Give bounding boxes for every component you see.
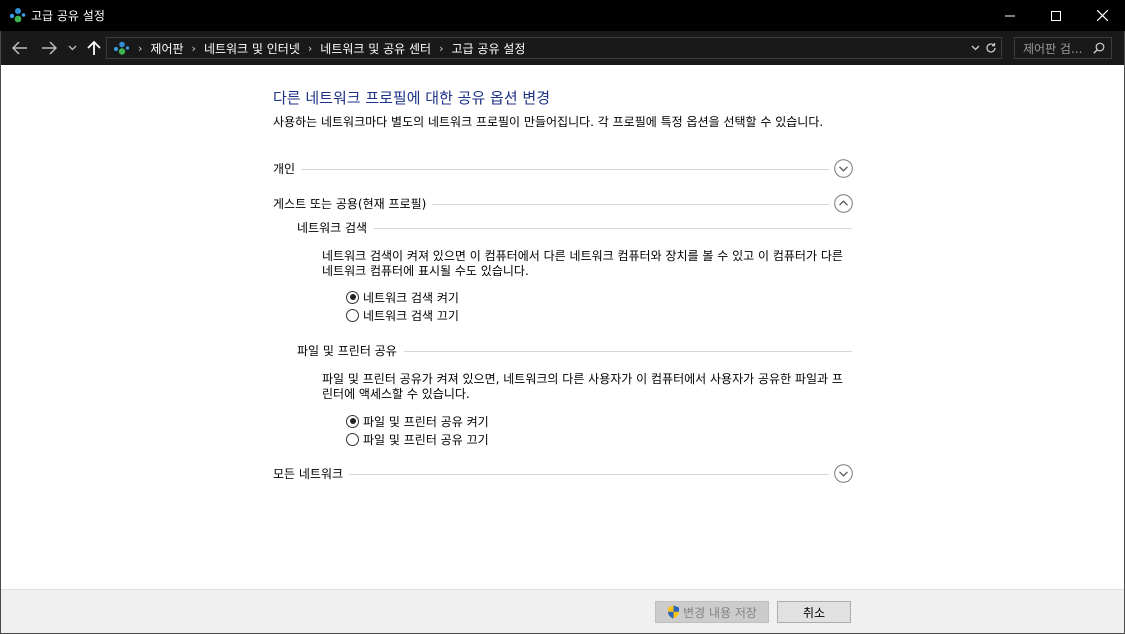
refresh-icon [986, 43, 996, 53]
expand-chevron-icon[interactable] [834, 159, 853, 178]
breadcrumb-network-sharing-center[interactable]: 네트워크 및 공유 센터 [320, 40, 431, 57]
section-all-networks[interactable]: 모든 네트워크 [273, 463, 853, 485]
radio-file-printer-sharing-on[interactable]: 파일 및 프린터 공유 켜기 [346, 413, 489, 429]
section-guest-public-label[interactable]: 게스트 또는 공용(현재 프로필) [273, 195, 433, 212]
close-button[interactable] [1079, 0, 1125, 31]
chevron-right-icon[interactable]: › [439, 42, 443, 55]
search-icon [1093, 42, 1105, 54]
radio-file-printer-sharing-off[interactable]: 파일 및 프린터 공유 끄기 [346, 431, 489, 447]
up-button[interactable] [84, 39, 104, 57]
breadcrumb-network-internet[interactable]: 네트워크 및 인터넷 [204, 40, 300, 57]
file-printer-sharing-heading: 파일 및 프린터 공유 [297, 342, 404, 359]
radio-button-checked[interactable] [346, 290, 359, 304]
uac-shield-icon [668, 605, 680, 619]
page-description: 사용하는 네트워크마다 별도의 네트워크 프로필이 만들어집니다. 각 프로필에… [273, 115, 824, 129]
breadcrumb-advanced-sharing[interactable]: 고급 공유 설정 [452, 40, 526, 57]
section-guest-public[interactable]: 게스트 또는 공용(현재 프로필) [273, 193, 853, 215]
advanced-sharing-settings-window: 고급 공유 설정 › 제어판 › 네트워크 및 인터넷 › 네트워크 및 공유 … [0, 0, 1125, 634]
radio-network-discovery-off[interactable]: 네트워크 검색 끄기 [346, 307, 459, 323]
search-input[interactable]: 제어판 검... [1014, 37, 1112, 59]
radio-network-discovery-on[interactable]: 네트워크 검색 켜기 [346, 289, 459, 305]
subsection-file-printer-sharing: 파일 및 프린터 공유 [297, 342, 852, 360]
back-button[interactable] [10, 39, 30, 57]
recent-locations-button[interactable] [66, 39, 78, 57]
forward-button[interactable] [39, 39, 59, 57]
footer-bar: 변경 내용 저장 취소 [0, 589, 1125, 634]
search-placeholder: 제어판 검... [1023, 41, 1083, 56]
section-private-label[interactable]: 개인 [273, 160, 302, 177]
save-changes-button[interactable]: 변경 내용 저장 [655, 601, 769, 623]
network-sharing-icon [9, 8, 26, 23]
address-bar[interactable]: › 제어판 › 네트워크 및 인터넷 › 네트워크 및 공유 센터 › 고급 공… [106, 37, 1002, 59]
radio-button-checked[interactable] [346, 414, 359, 428]
cancel-button[interactable]: 취소 [777, 601, 851, 623]
window-title: 고급 공유 설정 [31, 9, 105, 23]
title-bar: 고급 공유 설정 [0, 0, 1125, 31]
chevron-right-icon: › [138, 41, 143, 55]
expand-chevron-icon[interactable] [834, 464, 853, 483]
minimize-button[interactable] [987, 0, 1033, 31]
network-sharing-icon [114, 41, 130, 55]
maximize-icon [1051, 10, 1061, 21]
divider [273, 474, 829, 475]
arrow-up-icon [87, 40, 101, 55]
subsection-network-discovery: 네트워크 검색 [297, 219, 852, 237]
radio-button[interactable] [346, 432, 359, 446]
radio-label[interactable]: 파일 및 프린터 공유 켜기 [363, 413, 489, 430]
chevron-down-icon [68, 45, 76, 51]
breadcrumb-control-panel[interactable]: 제어판 [150, 40, 183, 57]
content-pane: 다른 네트워크 프로필에 대한 공유 옵션 변경 사용하는 네트워크마다 별도의… [0, 65, 1125, 589]
arrow-right-icon [42, 41, 57, 55]
refresh-button[interactable] [984, 41, 998, 55]
chevron-right-icon[interactable]: › [192, 42, 196, 55]
page-title: 다른 네트워크 프로필에 대한 공유 옵션 변경 [273, 89, 551, 107]
radio-button[interactable] [346, 308, 359, 322]
arrow-left-icon [12, 41, 27, 55]
chevron-right-icon[interactable]: › [308, 42, 312, 55]
radio-label[interactable]: 네트워크 검색 켜기 [363, 289, 459, 306]
radio-label[interactable]: 파일 및 프린터 공유 끄기 [363, 431, 489, 448]
close-icon [1096, 10, 1108, 21]
divider [273, 169, 829, 170]
network-discovery-description: 네트워크 검색이 켜져 있으면 이 컴퓨터에서 다른 네트워크 컴퓨터와 장치를… [322, 249, 843, 278]
address-dropdown-button[interactable] [969, 41, 981, 55]
radio-label[interactable]: 네트워크 검색 끄기 [363, 307, 459, 324]
chevron-down-icon [971, 45, 979, 51]
section-private[interactable]: 개인 [273, 158, 853, 180]
file-printer-sharing-description: 파일 및 프린터 공유가 켜져 있으면, 네트워크의 다른 사용자가 이 컴퓨터… [322, 372, 843, 401]
maximize-button[interactable] [1033, 0, 1079, 31]
divider [297, 228, 852, 229]
network-discovery-heading: 네트워크 검색 [297, 219, 375, 236]
navigation-bar: › 제어판 › 네트워크 및 인터넷 › 네트워크 및 공유 센터 › 고급 공… [0, 31, 1125, 65]
minimize-icon [1005, 15, 1015, 16]
section-all-networks-label[interactable]: 모든 네트워크 [273, 465, 350, 482]
save-changes-label: 변경 내용 저장 [683, 605, 757, 620]
collapse-chevron-icon[interactable] [834, 194, 853, 213]
cancel-label: 취소 [802, 605, 826, 620]
